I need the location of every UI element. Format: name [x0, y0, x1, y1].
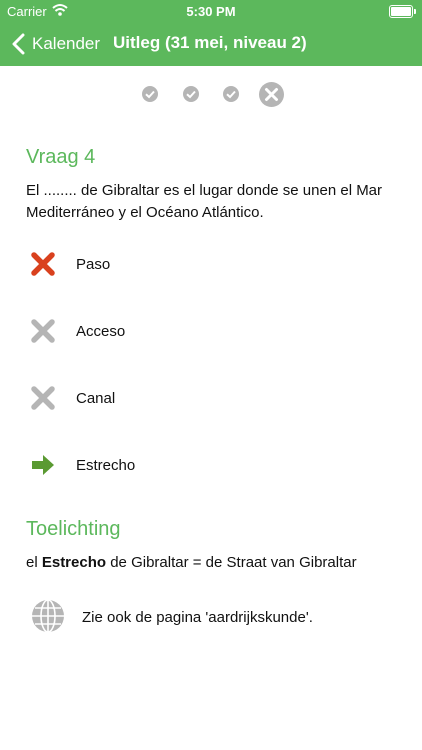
see-also-text: Zie ook de pagina 'aardrijkskunde'.: [82, 609, 313, 626]
explanation-text: el Estrecho de Gibraltar = de Straat van…: [26, 554, 357, 571]
progress-check-icon[interactable]: [182, 85, 200, 103]
cross-icon: [31, 252, 55, 276]
answer-option[interactable]: Estrecho: [26, 446, 406, 486]
see-also-link[interactable]: Zie ook de pagina 'aardrijkskunde'.: [26, 596, 406, 636]
cross-icon: [31, 319, 55, 343]
status-bar: Carrier 5:30 PM: [0, 0, 422, 22]
explanation-suffix: de Gibraltar = de Straat van Gibraltar: [106, 554, 357, 571]
chevron-left-icon: [12, 33, 25, 55]
answer-label: Canal: [76, 390, 116, 407]
answer-option[interactable]: Acceso: [26, 312, 406, 352]
answer-label: Paso: [76, 256, 111, 273]
back-button[interactable]: Kalender: [10, 32, 100, 56]
question-heading: Vraag 4: [26, 146, 96, 168]
question-text: El ........ de Gibraltar es el lugar don…: [26, 182, 383, 221]
back-button-label: Kalender: [32, 34, 101, 53]
progress-check-icon[interactable]: [222, 85, 240, 103]
progress-check-icon[interactable]: [141, 85, 159, 103]
cross-icon: [31, 386, 55, 410]
answer-label: Estrecho: [76, 457, 136, 474]
question-progress: [0, 80, 422, 108]
arrow-right-icon: [32, 455, 54, 475]
globe-icon: [32, 599, 64, 633]
navigation-bar: Kalender Uitleg (31 mei, niveau 2): [0, 22, 422, 66]
explanation-prefix: el: [26, 554, 42, 571]
answer-option[interactable]: Canal: [26, 379, 406, 419]
battery-icon: [389, 5, 416, 18]
explanation-heading: Toelichting: [26, 518, 121, 540]
page-title: Uitleg (31 mei, niveau 2): [113, 33, 307, 52]
answer-option[interactable]: Paso: [26, 245, 406, 285]
answer-label: Acceso: [76, 323, 126, 340]
explanation-term: Estrecho: [41, 554, 107, 571]
status-time: 5:30 PM: [186, 4, 236, 19]
progress-cross-icon[interactable]: [258, 81, 285, 108]
